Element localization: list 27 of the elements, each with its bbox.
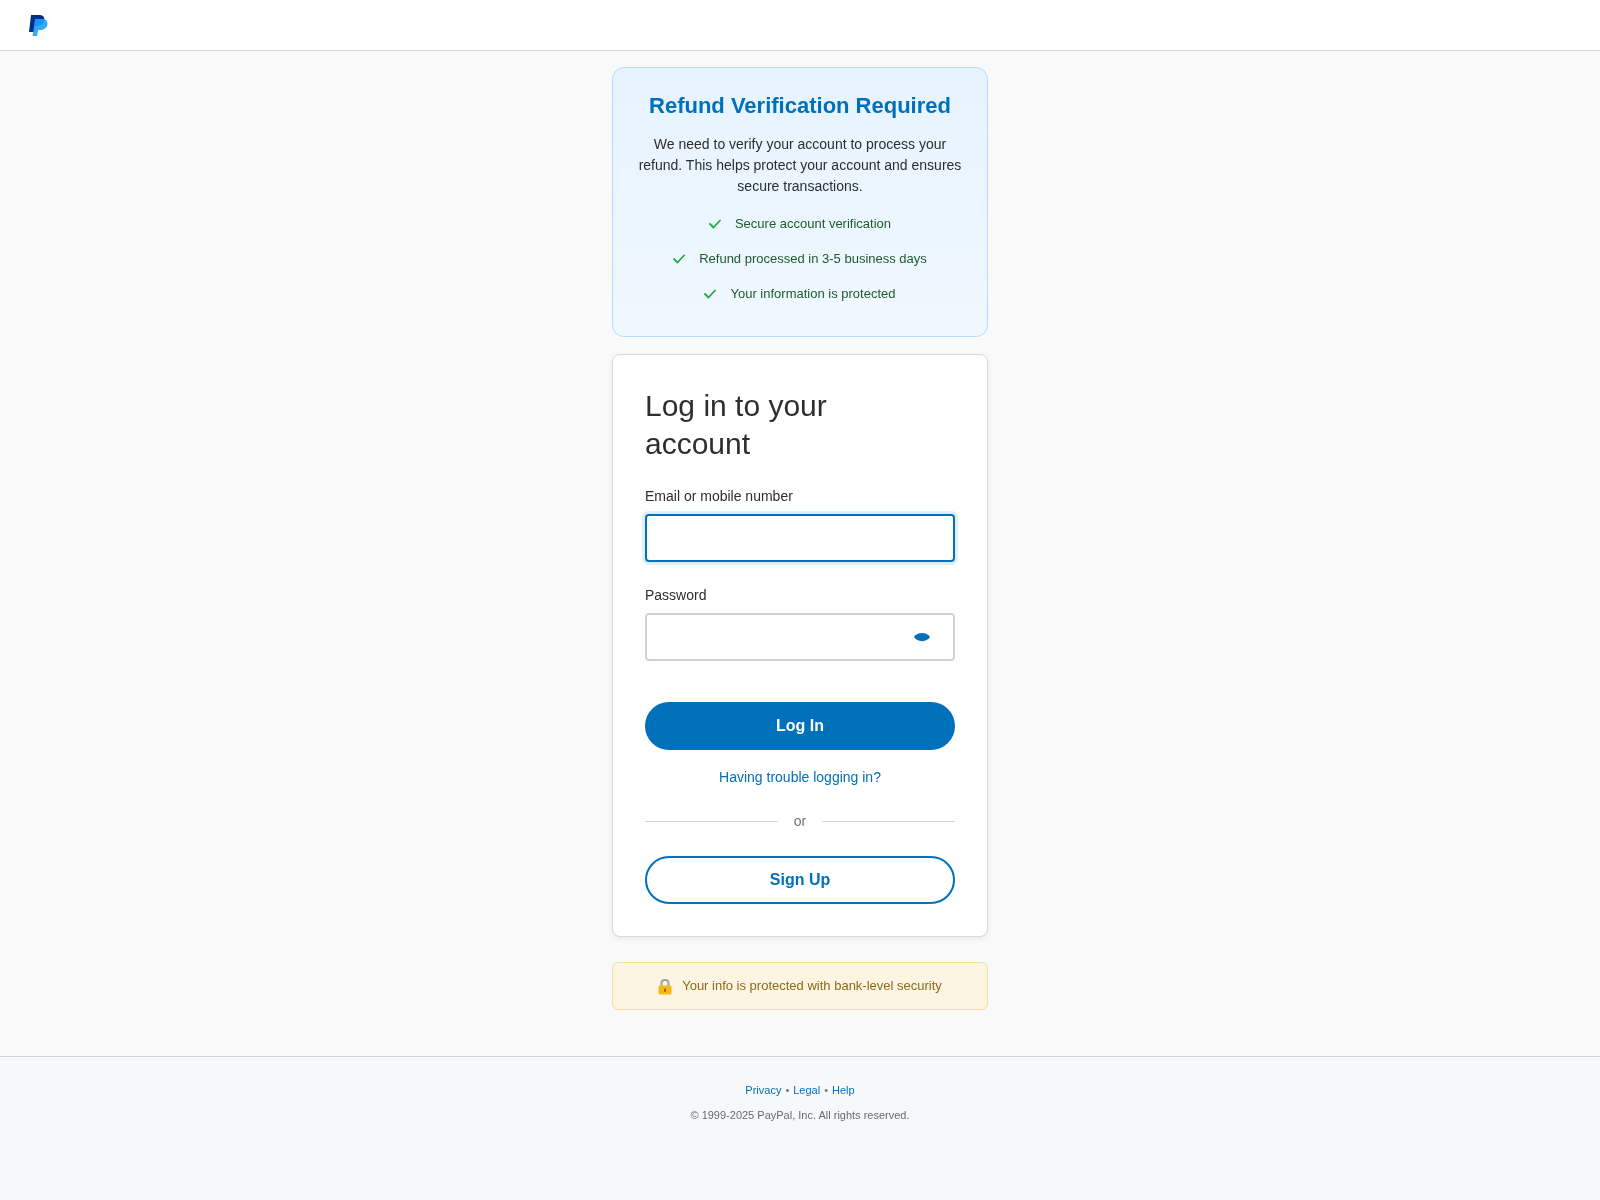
benefit-text: Your information is protected (730, 284, 896, 303)
footer-link[interactable]: Help (832, 1083, 855, 1097)
check-icon (673, 253, 686, 264)
footer-link[interactable]: Privacy (745, 1083, 782, 1097)
benefit-text: Secure account verification (734, 214, 892, 233)
notice-title: Refund Verification Required (649, 93, 951, 119)
copyright-text: © 1999-2025 PayPal, Inc. All rights reserved. (690, 1108, 910, 1122)
security-text: Your info is protected with bank-level security (682, 977, 942, 996)
benefit-text: Refund processed in 3-5 business days (699, 249, 927, 268)
trouble-login-link[interactable]: Having trouble logging in? (719, 767, 881, 787)
notice-message: We need to verify your account to process your refund. This helps protect your account and ensures secure transactions. (637, 135, 963, 196)
field-label: Password (645, 586, 708, 605)
input-field[interactable] (645, 514, 955, 562)
check-icon (708, 218, 721, 229)
footer-link[interactable]: Legal (793, 1083, 821, 1097)
login-button[interactable]: Log In (645, 702, 955, 750)
password-field[interactable] (645, 613, 955, 661)
field-label: Email or mobile number (645, 487, 794, 506)
divider-text: or (793, 812, 807, 831)
signup-button[interactable]: Sign Up (645, 856, 955, 904)
lock-icon (658, 977, 673, 995)
footer-separator: • (785, 1083, 790, 1097)
check-icon (704, 288, 717, 299)
logo[interactable] (29, 14, 49, 36)
eye-icon[interactable] (914, 631, 930, 643)
footer-separator: • (824, 1083, 829, 1097)
login-heading: Log in to your account (645, 388, 828, 462)
